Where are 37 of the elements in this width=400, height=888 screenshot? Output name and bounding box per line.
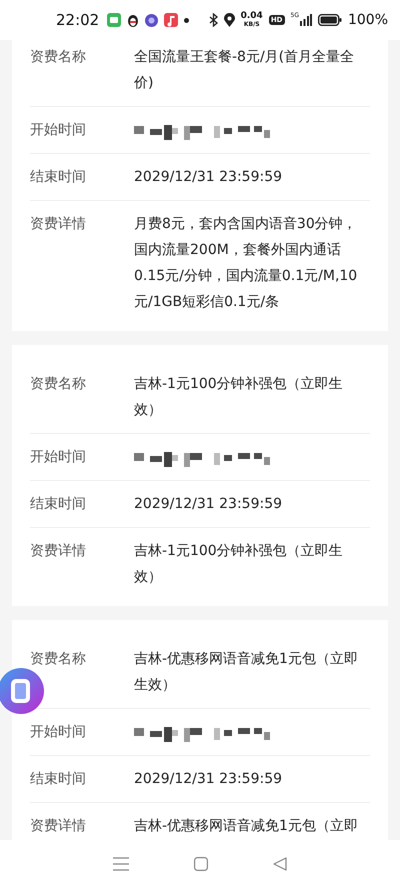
battery-percent: 100% — [348, 12, 388, 28]
music-icon — [164, 13, 178, 27]
floating-app-icon[interactable] — [0, 668, 44, 714]
penguin-icon — [127, 13, 140, 27]
bluetooth-icon — [208, 13, 218, 27]
field-value: 2029/12/31 23:59:59 — [134, 495, 284, 514]
field-value: 吉林-1元100分钟补强包（立即生效） — [134, 542, 344, 587]
field-label: 结束时间 — [30, 495, 87, 514]
location-icon — [224, 13, 235, 27]
field-value: 2029/12/31 23:59:59 — [134, 770, 284, 789]
field-label: 资费详情 — [30, 542, 87, 561]
chat-app-icon — [107, 13, 122, 27]
home-icon[interactable] — [194, 857, 208, 871]
field-label: 资费名称 — [30, 650, 87, 669]
field-value: 月费8元，套内含国内语音30分钟，国内流量200M，套餐外国内通话0.15元/分钟，国内流量0.1元/M,10元/1GB短彩信0.1元/条 — [134, 215, 358, 312]
field-label: 资费名称 — [30, 375, 87, 394]
field-value: 全国流量王套餐-8元/月(首月全量全价) — [134, 48, 356, 93]
field-label: 结束时间 — [30, 770, 87, 789]
back-icon[interactable] — [273, 857, 288, 871]
dot-icon — [184, 18, 190, 22]
field-value: 吉林-优惠移网语音减免1元包（立即生效） — [134, 650, 359, 695]
field-value: 吉林-1元100分钟补强包（立即生效） — [134, 375, 344, 420]
speed-value: 0.04 — [240, 12, 263, 21]
field-value: 2029/12/31 23:59:59 — [134, 168, 284, 187]
signal-icon — [300, 14, 312, 26]
field-label: 资费详情 — [30, 817, 87, 836]
round-app-icon — [145, 14, 158, 26]
menu-icon[interactable] — [112, 857, 129, 871]
clock-time: 22:02 — [56, 11, 100, 29]
field-label: 开始时间 — [30, 448, 87, 467]
battery-icon — [318, 14, 342, 26]
field-label: 开始时间 — [30, 723, 87, 742]
field-label: 结束时间 — [30, 168, 87, 187]
field-label: 开始时间 — [30, 121, 87, 140]
field-label: 资费详情 — [30, 215, 87, 234]
field-value: 吉林-优惠移网语音减免1元包（立即 — [134, 817, 359, 836]
field-label: 资费名称 — [30, 48, 87, 67]
